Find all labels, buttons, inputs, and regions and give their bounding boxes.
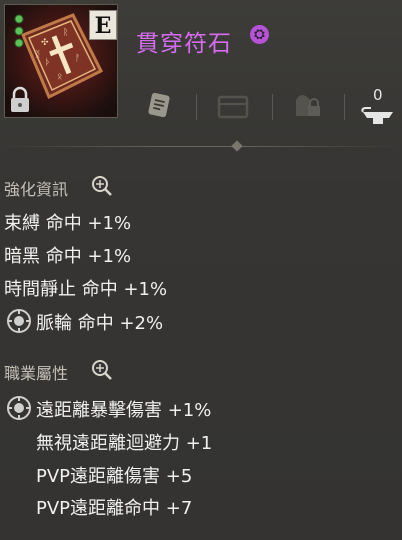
item-name: 貫穿符石 <box>136 31 232 57</box>
item-tooltip-panel: ✣ ᚱ ᚦ ᚨ ᛟ ᛝ E 貫穿符石 ⛭ 0 強化資訊 束縛 命中 +1% 暗黑 命… <box>0 0 402 540</box>
class-line: PVP遠距離傷害 +5 <box>36 466 193 487</box>
grade-badge: E <box>89 10 117 40</box>
anvil-icon[interactable]: 0 <box>360 86 396 132</box>
enhance-line: 脈輪 命中 +2% <box>36 313 164 334</box>
class-line: 無視遠距離迴避力 +1 <box>36 433 213 454</box>
separator <box>196 94 197 120</box>
spellbook-icon: ✣ ᚱ ᚦ ᚨ ᛟ ᛝ E <box>4 4 118 118</box>
enhance-section-title: 強化資訊 <box>4 180 69 199</box>
class-section-title: 職業屬性 <box>4 364 69 383</box>
enhance-line: 時間靜止 命中 +1% <box>4 279 168 300</box>
action-bar: 0 <box>136 86 402 132</box>
svg-text:✣: ✣ <box>41 38 49 48</box>
note-icon[interactable] <box>144 88 174 126</box>
class-line: 遠距離暴擊傷害 +1% <box>36 400 212 421</box>
header-divider <box>0 146 402 147</box>
svg-text:ᛟ: ᛟ <box>57 72 62 82</box>
magnify-icon[interactable] <box>90 358 114 386</box>
bind-status-icon: ⛭ <box>250 25 269 44</box>
divider-ornament <box>231 140 243 152</box>
drawer-icon[interactable] <box>216 88 250 126</box>
separator <box>272 94 273 120</box>
svg-text:ᛝ: ᛝ <box>35 49 40 60</box>
anvil-count: 0 <box>373 86 383 104</box>
enhance-line: 束縛 命中 +1% <box>4 213 132 234</box>
class-rune-icon <box>6 395 32 425</box>
chakra-rune-icon <box>6 308 32 338</box>
class-line: PVP遠距離命中 +7 <box>36 498 193 519</box>
svg-text:ᚨ: ᚨ <box>75 53 80 64</box>
separator <box>344 94 345 120</box>
svg-text:ᚦ: ᚦ <box>45 57 50 68</box>
enhance-line: 暗黑 命中 +1% <box>4 246 132 267</box>
lock-bag-icon[interactable] <box>290 88 324 126</box>
magnify-icon[interactable] <box>90 174 114 202</box>
svg-text:ᚱ: ᚱ <box>63 27 68 38</box>
